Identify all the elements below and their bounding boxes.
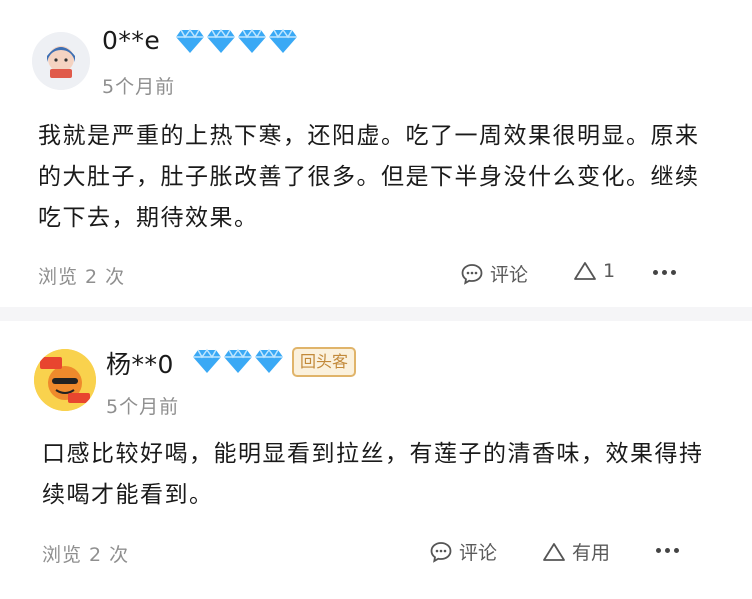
comment-button[interactable]: 评论: [460, 260, 528, 287]
comment-label: 评论: [490, 264, 529, 286]
username[interactable]: 杨**0: [106, 345, 174, 381]
comment-button[interactable]: 评论: [429, 538, 497, 565]
more-dots-icon[interactable]: [656, 548, 679, 553]
review-time: 5个月前: [102, 76, 176, 98]
helpful-label: 有用: [572, 542, 611, 564]
vip-gems: [175, 28, 298, 54]
user-avatar[interactable]: [34, 349, 96, 411]
helpful-count: 1: [603, 260, 616, 282]
review-card: 0**e 5个月前 我就是严重的上热下寒，还阳虚。吃了一周效果很明显。原来的大肚…: [20, 0, 732, 307]
comment-bubble-icon: [461, 263, 483, 285]
diamond-icon: [207, 28, 235, 53]
comment-label: 评论: [459, 542, 498, 564]
review-time: 5个月前: [106, 396, 180, 418]
view-count: 浏览 2 次: [42, 544, 130, 566]
comment-bubble-icon: [430, 541, 452, 563]
review-divider: [0, 307, 752, 321]
diamond-icon: [224, 348, 252, 373]
more-dots-icon[interactable]: [653, 270, 676, 275]
review-text: 口感比较好喝，能明显看到拉丝，有莲子的清香味，效果得持续喝才能看到。: [42, 441, 704, 508]
username[interactable]: 0**e: [102, 26, 160, 55]
helpful-button[interactable]: 1: [573, 260, 615, 282]
diamond-icon: [193, 348, 221, 373]
triangle-up-icon: [574, 262, 596, 280]
user-avatar[interactable]: [32, 32, 90, 90]
diamond-icon: [238, 28, 266, 53]
view-count: 浏览 2 次: [38, 266, 126, 288]
review-card: 杨**0 回头客 5个月前 口感比较好喝，能明显看到拉丝，有莲子的清香味，效果得…: [20, 321, 732, 599]
review-text: 我就是严重的上热下寒，还阳虚。吃了一周效果很明显。原来的大肚子，肚子胀改善了很多…: [38, 123, 700, 231]
diamond-icon: [255, 348, 283, 373]
triangle-up-icon: [543, 542, 565, 561]
returning-customer-badge: 回头客: [292, 347, 357, 377]
helpful-button[interactable]: 有用: [542, 538, 610, 565]
diamond-icon: [269, 28, 297, 53]
diamond-icon: [176, 28, 204, 53]
vip-gems: [192, 348, 284, 374]
